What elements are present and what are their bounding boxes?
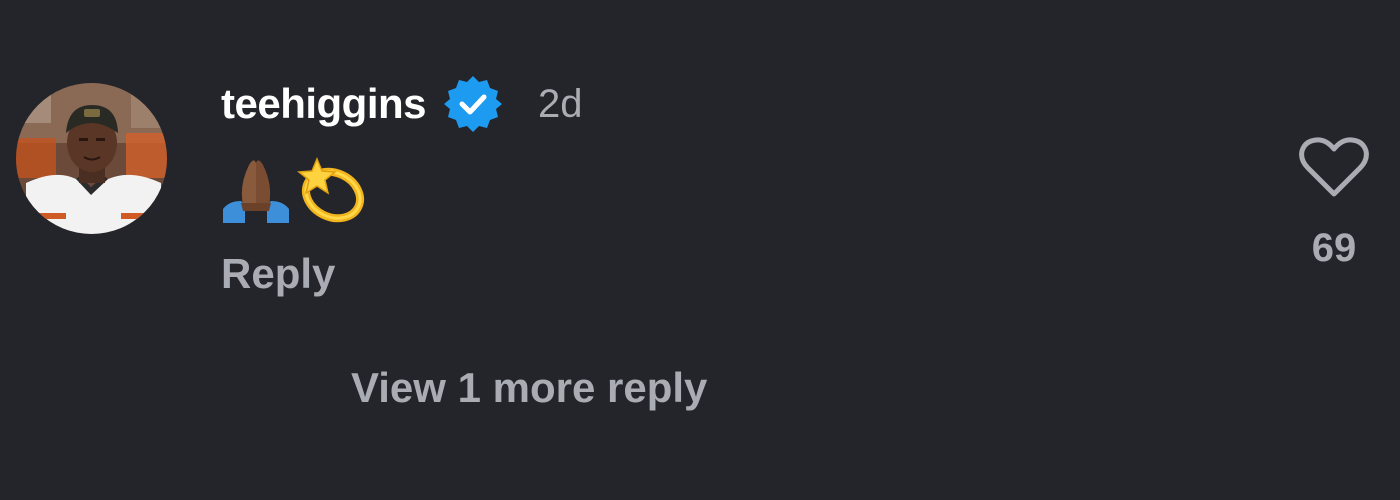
dizzy-icon bbox=[297, 157, 365, 223]
folded-hands-icon bbox=[223, 160, 289, 223]
username[interactable]: teehiggins bbox=[221, 80, 427, 128]
comment-item: teehiggins 2d 🙏🏾💫 Reply bbox=[0, 0, 1400, 500]
avatar-image bbox=[16, 83, 167, 234]
view-more-replies-button[interactable]: View 1 more reply bbox=[351, 364, 707, 412]
heart-outline-icon[interactable] bbox=[1298, 136, 1370, 200]
comment-emoji-art bbox=[223, 157, 365, 223]
comment-header: teehiggins 2d bbox=[221, 74, 583, 134]
avatar[interactable] bbox=[16, 83, 167, 234]
reply-button[interactable]: Reply bbox=[221, 250, 335, 298]
like-count: 69 bbox=[1311, 226, 1357, 270]
comment-body: 🙏🏾💫 bbox=[221, 155, 381, 227]
like-area: 69 bbox=[1290, 134, 1378, 284]
timestamp: 2d bbox=[538, 81, 583, 126]
verified-badge-icon bbox=[444, 76, 503, 132]
